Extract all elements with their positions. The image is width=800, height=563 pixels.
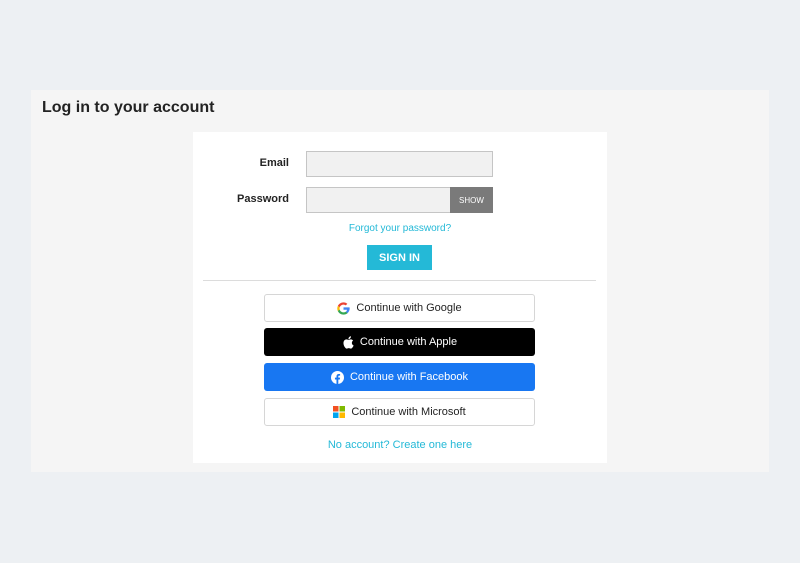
create-account-link[interactable]: No account? Create one here <box>193 439 607 451</box>
divider <box>203 280 596 281</box>
login-card: Email Password SHOW Forgot your password… <box>193 132 607 463</box>
continue-with-facebook-button[interactable]: Continue with Facebook <box>264 363 535 391</box>
show-password-button[interactable]: SHOW <box>450 187 493 213</box>
page-title: Log in to your account <box>42 99 215 116</box>
apple-icon <box>342 335 354 349</box>
microsoft-button-label: Continue with Microsoft <box>351 406 466 418</box>
google-icon <box>337 301 351 315</box>
email-label: Email <box>259 157 289 169</box>
microsoft-icon <box>333 406 346 418</box>
sign-in-button[interactable]: SIGN IN <box>367 245 432 270</box>
password-row: Password SHOW <box>193 187 607 213</box>
continue-with-apple-button[interactable]: Continue with Apple <box>264 328 535 356</box>
password-label: Password <box>237 193 289 205</box>
continue-with-google-button[interactable]: Continue with Google <box>264 294 535 322</box>
login-panel: Log in to your account Email Password SH… <box>31 90 769 472</box>
facebook-icon <box>330 370 344 384</box>
apple-button-label: Continue with Apple <box>359 336 458 348</box>
password-field[interactable] <box>306 187 451 213</box>
google-button-label: Continue with Google <box>356 302 462 314</box>
forgot-password-link[interactable]: Forgot your password? <box>193 223 607 234</box>
email-field[interactable] <box>306 151 493 177</box>
continue-with-microsoft-button[interactable]: Continue with Microsoft <box>264 398 535 426</box>
email-row: Email <box>193 151 607 177</box>
facebook-button-label: Continue with Facebook <box>349 371 468 383</box>
